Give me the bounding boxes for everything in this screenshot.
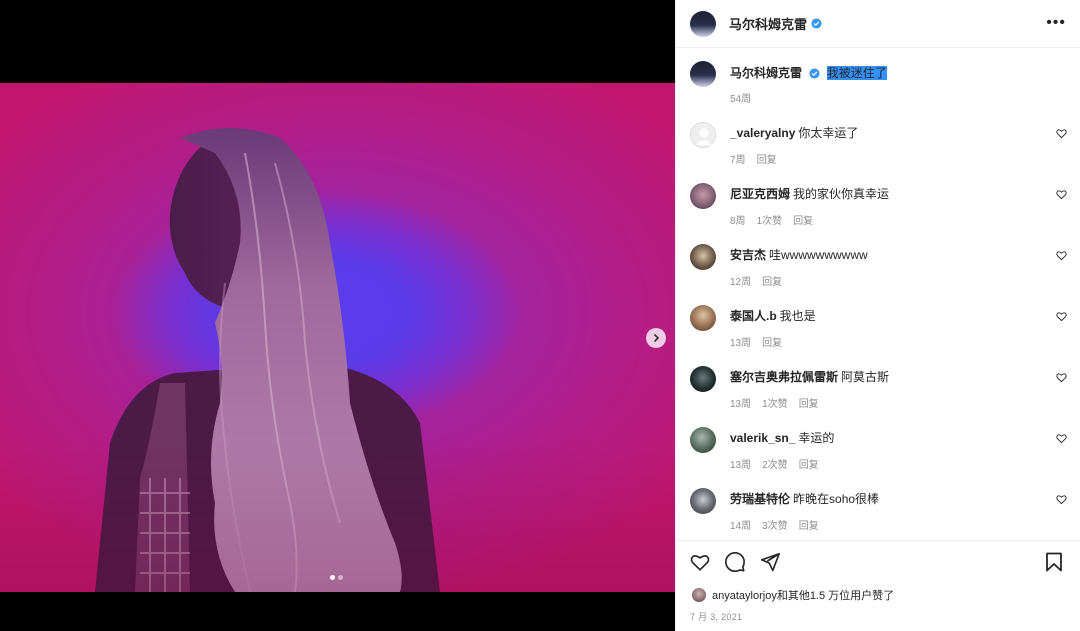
comment-time: 14周 <box>730 521 752 532</box>
carousel-dot <box>338 575 343 580</box>
comment-text: 我的家伙你真幸运 <box>793 187 890 201</box>
comment-time: 13周 <box>730 399 752 410</box>
carousel-dot-active <box>330 575 335 580</box>
comment-username[interactable]: 泰国人.b <box>730 309 777 323</box>
commenter-avatar[interactable] <box>690 244 716 270</box>
reply-button[interactable]: 回复 <box>799 399 819 410</box>
reply-button[interactable]: 回复 <box>799 460 819 471</box>
verified-badge-icon <box>811 18 822 29</box>
commenter-avatar[interactable] <box>690 488 716 514</box>
reply-button[interactable]: 回复 <box>799 521 819 532</box>
heart-icon[interactable] <box>1056 311 1067 322</box>
commenter-avatar[interactable] <box>690 183 716 209</box>
author-avatar[interactable] <box>690 61 716 87</box>
comment-username[interactable]: 尼亚克西姆 <box>730 187 790 201</box>
comments-list[interactable]: 马尔科姆克雷 我被迷住了 54周 _valeryalny你太幸运了 7周回复 <box>676 49 1080 539</box>
commenter-avatar[interactable] <box>690 427 716 453</box>
commenter-avatar[interactable] <box>690 305 716 331</box>
verified-badge-icon <box>809 68 820 79</box>
liked-by-text[interactable]: anyataylorjoy和其他1.5 万位用户赞了 <box>712 587 894 603</box>
comment-time: 8周 <box>730 216 746 227</box>
liked-by[interactable]: anyataylorjoy和其他1.5 万位用户赞了 <box>692 587 894 603</box>
commenter-avatar[interactable] <box>690 366 716 392</box>
post-header: 马尔科姆克雷 ••• <box>676 0 1080 48</box>
heart-icon[interactable] <box>689 551 711 573</box>
like-count[interactable]: 1次赞 <box>762 399 788 410</box>
bookmark-icon <box>1046 552 1062 572</box>
like-count[interactable]: 1次赞 <box>757 216 783 227</box>
caption-text: 我被迷住了 <box>826 66 887 80</box>
reply-button[interactable]: 回复 <box>762 338 782 349</box>
comment-time: 7周 <box>730 155 746 166</box>
reply-button[interactable]: 回复 <box>757 155 777 166</box>
like-count[interactable]: 3次赞 <box>762 521 788 532</box>
comment-username[interactable]: 劳瑞基特伦 <box>730 492 790 506</box>
post-footer: anyataylorjoy和其他1.5 万位用户赞了 7 月 3, 2021 <box>676 540 1080 631</box>
post-media <box>0 0 675 631</box>
carousel-dots <box>330 575 343 580</box>
heart-icon[interactable] <box>1056 433 1067 444</box>
heart-icon[interactable] <box>1056 128 1067 139</box>
comment-text: 你太幸运了 <box>798 126 859 140</box>
comment-time: 13周 <box>730 338 752 349</box>
post-photo <box>0 83 675 592</box>
comment-text: 我也是 <box>779 309 816 323</box>
liker-avatar <box>692 588 706 602</box>
comment-time: 13周 <box>730 460 752 471</box>
bookmark-button[interactable] <box>1045 552 1063 572</box>
heart-icon[interactable] <box>1056 250 1067 261</box>
comment-text: 幸运的 <box>798 431 835 445</box>
chevron-right-icon <box>653 333 660 343</box>
comment-icon[interactable] <box>724 551 746 573</box>
comment-text: 昨晚在soho很棒 <box>793 492 880 506</box>
more-options-icon[interactable]: ••• <box>1046 14 1066 32</box>
post-actions <box>689 551 781 573</box>
default-avatar-icon <box>696 128 712 145</box>
carousel-next-button[interactable] <box>646 328 666 348</box>
commenter-avatar[interactable] <box>690 122 716 148</box>
author-avatar[interactable] <box>690 10 716 37</box>
heart-icon[interactable] <box>1056 494 1067 505</box>
caption-author[interactable]: 马尔科姆克雷 <box>730 66 802 80</box>
comment-text: 哇wwwwwwwwww <box>769 248 868 262</box>
reply-button[interactable]: 回复 <box>762 277 782 288</box>
author-username[interactable]: 马尔科姆克雷 <box>729 14 807 33</box>
comment-time: 12周 <box>730 277 752 288</box>
comment-username[interactable]: 安吉杰 <box>730 248 766 262</box>
post-date: 7 月 3, 2021 <box>690 612 743 622</box>
reply-button[interactable]: 回复 <box>793 216 813 227</box>
heart-icon[interactable] <box>1056 189 1067 200</box>
comment-text: 阿莫古斯 <box>841 370 890 384</box>
comment-username[interactable]: _valeryalny <box>730 126 795 140</box>
like-count[interactable]: 2次赞 <box>762 460 788 471</box>
comment-username[interactable]: 塞尔吉奥弗拉佩雷斯 <box>730 370 838 384</box>
heart-icon[interactable] <box>1056 372 1067 383</box>
post-side-panel: 马尔科姆克雷 ••• 马尔科姆克雷 我被迷住了 54周 _valeryalny … <box>675 0 1080 631</box>
share-icon[interactable] <box>759 551 781 573</box>
caption-time: 54周 <box>730 94 752 105</box>
comment-username[interactable]: valerik_sn_ <box>730 431 795 445</box>
